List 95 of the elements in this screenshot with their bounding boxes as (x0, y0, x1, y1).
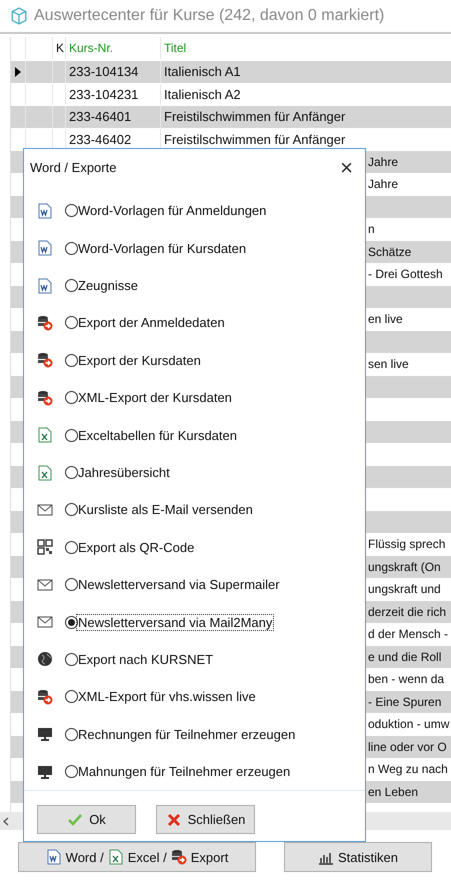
table-cell: Schätze (368, 244, 412, 259)
radio-button[interactable] (65, 765, 78, 778)
column-header: Kurs-Nr. (69, 41, 114, 55)
option-label[interactable]: XML-Export für vhs.wissen live (77, 689, 257, 704)
table-cell: Freistilschwimmen für Anfänger (164, 109, 346, 124)
radio-button[interactable] (65, 728, 78, 741)
radio-button[interactable] (65, 690, 78, 704)
table-cell: Flüssig sprech (368, 537, 446, 552)
monitor-icon (37, 764, 53, 780)
radio-button[interactable] (65, 503, 78, 516)
cube-icon (10, 7, 28, 25)
radio-button[interactable] (65, 616, 78, 629)
envelope-icon (37, 576, 53, 593)
table-cell: Jahre (368, 177, 398, 192)
radio-button[interactable] (65, 540, 78, 554)
table-row[interactable]: 233-104134 Italienisch A1 (11, 61, 451, 84)
radio-button[interactable] (65, 279, 78, 292)
option-label[interactable]: Rechnungen für Teilnehmer erzeugen (77, 726, 296, 742)
window-title: Auswertecenter für Kurse (242, davon 0 markiert) (34, 7, 384, 25)
table-cell: en Leben (368, 784, 418, 799)
option-label[interactable]: XML-Export der Kursdaten (77, 390, 233, 406)
database-export-icon (37, 688, 53, 705)
ok-button[interactable]: Ok (37, 805, 136, 834)
table-cell: Freistilschwimmen für Anfänger (164, 132, 346, 147)
envelope-icon (37, 502, 53, 518)
radio-button[interactable] (65, 204, 78, 218)
spreadsheet-icon (108, 849, 124, 865)
option-label[interactable]: Exceltabellen für Kursdaten (77, 428, 238, 443)
table-cell: - Drei Gottesh (368, 267, 443, 282)
table-cell: Italienisch A1 (164, 64, 241, 80)
table-cell: n (368, 222, 375, 236)
table-row[interactable]: 233-46401 Freistilschwimmen für Anfänger (11, 106, 451, 128)
table-cell: ungskraft und (368, 582, 441, 596)
radio-button[interactable] (65, 578, 78, 592)
table-cell: sen live (368, 357, 409, 372)
radio-button[interactable] (65, 391, 78, 404)
radio-button[interactable] (65, 316, 78, 330)
table-cell: ben - wenn da (368, 672, 444, 686)
dialog-title: Word / Exporte (30, 160, 116, 176)
option-label[interactable]: Export als QR-Code (77, 540, 196, 555)
database-export-icon (37, 390, 53, 406)
spreadsheet-icon (37, 464, 53, 480)
column-header: K (56, 41, 64, 55)
qr-code-icon (37, 539, 53, 556)
radio-button[interactable] (65, 242, 78, 255)
option-label[interactable]: Export der Anmeldedaten (77, 315, 226, 330)
table-cell: line oder vor O (368, 740, 447, 754)
column-header: Titel (164, 41, 186, 55)
option-label[interactable]: Zeugnisse (77, 278, 139, 294)
database-export-icon (170, 849, 187, 865)
spreadsheet-icon (37, 427, 53, 444)
radio-button[interactable] (65, 466, 78, 479)
monitor-icon (37, 726, 53, 742)
globe-icon (37, 651, 53, 668)
cross-icon (166, 812, 182, 828)
option-label[interactable]: Newsletterversand via Mail2Many (77, 614, 274, 630)
table-cell: ungskraft (On (368, 560, 441, 574)
option-label[interactable]: Kursliste als E-Mail versenden (77, 502, 254, 518)
statistics-button[interactable]: Statistiken (284, 842, 432, 872)
document-icon (46, 849, 62, 865)
radio-button[interactable] (65, 428, 78, 442)
table-cell: n Weg zu nach (368, 762, 448, 776)
table-cell: e und die Roll (368, 650, 442, 664)
option-label[interactable]: Export der Kursdaten (77, 352, 202, 368)
option-label[interactable]: Jahresübersicht (77, 465, 171, 480)
document-icon (37, 240, 53, 256)
word-excel-export-button[interactable]: Word / Excel / Export (18, 842, 256, 872)
option-label[interactable]: Export nach KURSNET (77, 652, 214, 667)
table-cell: 233-46401 (69, 109, 132, 124)
document-icon (37, 202, 53, 219)
checkmark-icon (67, 812, 84, 828)
close-button[interactable]: × (336, 158, 357, 178)
option-label[interactable]: Mahnungen für Teilnehmer erzeugen (77, 764, 292, 780)
table-cell: derzeit die rich (368, 604, 446, 619)
option-label[interactable]: Word-Vorlagen für Anmeldungen (77, 203, 268, 218)
table-cell: en live (368, 312, 403, 326)
envelope-icon (37, 614, 53, 630)
option-label[interactable]: Newsletterversand via Supermailer (77, 577, 281, 592)
close-dialog-button[interactable]: Schließen (156, 805, 255, 834)
table-cell: oduktion - umw (368, 717, 450, 732)
table-cell: d der Mensch - (368, 627, 448, 642)
table-cell: 233-46402 (69, 132, 132, 147)
radio-button[interactable] (65, 652, 78, 666)
current-row-icon (14, 66, 22, 78)
table-cell: Jahre (368, 154, 398, 169)
document-icon (37, 278, 53, 294)
database-export-icon (37, 352, 53, 368)
table-cell: 233-104134 (69, 64, 138, 80)
table-cell: - Eine Spuren (368, 694, 442, 709)
scroll-left-icon[interactable] (3, 816, 9, 826)
table-cell: Italienisch A2 (164, 86, 241, 102)
radio-button[interactable] (65, 354, 78, 367)
database-export-icon (37, 314, 53, 331)
option-label[interactable]: Word-Vorlagen für Kursdaten (77, 240, 248, 256)
table-cell: 233-104231 (69, 86, 138, 102)
